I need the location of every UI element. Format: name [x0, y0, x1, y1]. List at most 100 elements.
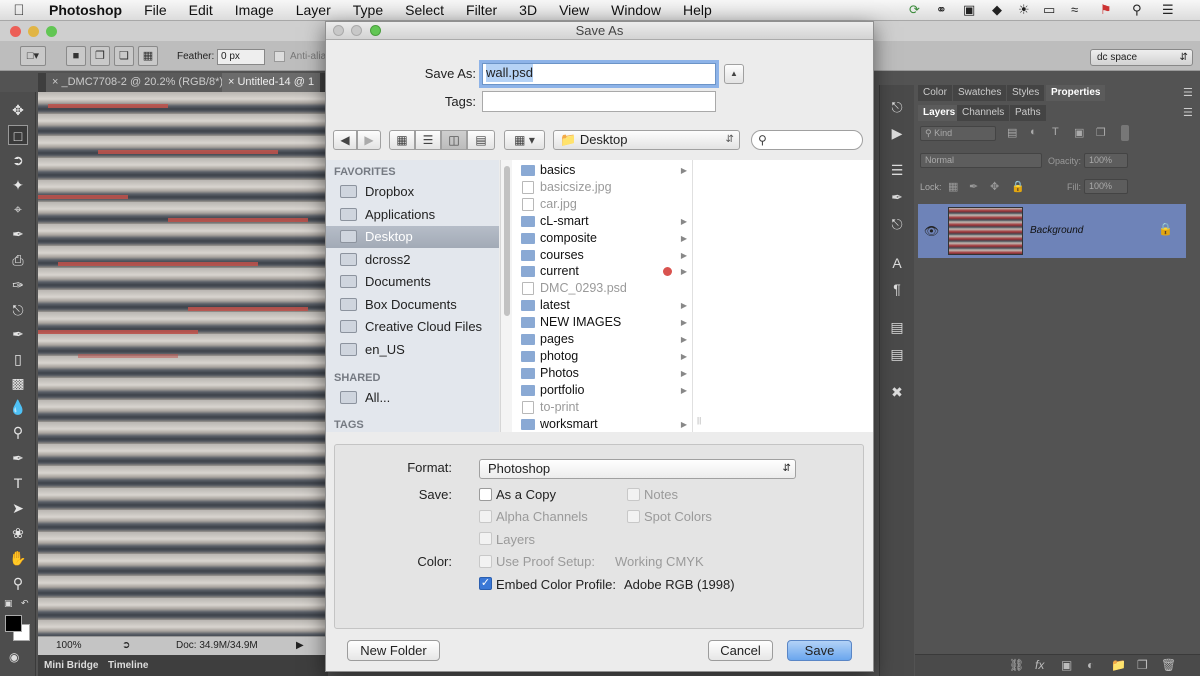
zoom-level[interactable]: 100% — [56, 637, 82, 655]
format-select[interactable]: Photoshop ⇵ — [479, 459, 796, 479]
file-row[interactable]: basicsize.jpg — [512, 179, 692, 196]
add-mask-icon[interactable]: ▣ — [1061, 658, 1072, 672]
tab-channels[interactable]: Channels — [957, 105, 1010, 121]
folder-row[interactable]: NEW IMAGES ▶ — [512, 314, 692, 331]
paragraph-panel-icon[interactable]: ¶ — [886, 279, 908, 299]
foreground-color-swatch[interactable] — [5, 615, 22, 632]
dropbox-icon[interactable]: ◆ — [992, 2, 1002, 18]
move-tool-icon[interactable]: ✥ — [8, 100, 28, 120]
sidebar-item-creative-cloud[interactable]: Creative Cloud Files — [326, 316, 499, 338]
folder-row[interactable]: Photos ▶ — [512, 365, 692, 382]
crop-tool-icon[interactable]: ⌖ — [8, 199, 28, 219]
folder-row[interactable]: cL-smart ▶ — [512, 213, 692, 230]
menu-edit[interactable]: Edit — [178, 0, 224, 21]
minimize-window-icon[interactable] — [28, 26, 39, 37]
sidebar-item-dropbox[interactable]: Dropbox — [326, 181, 499, 203]
dialog-close-icon[interactable] — [333, 25, 344, 36]
tool-presets-panel-icon[interactable]: ✖ — [886, 382, 908, 402]
tab-properties[interactable]: Properties — [1046, 85, 1106, 101]
notes-panel-icon[interactable]: ▤ — [886, 344, 908, 364]
brightness-icon[interactable]: ☀ — [1018, 2, 1030, 18]
character-panel-icon[interactable]: A — [886, 253, 908, 273]
folder-row[interactable]: basics ▶ — [512, 162, 692, 179]
scrollbar-thumb[interactable] — [504, 166, 510, 316]
info-panel-icon[interactable]: ▤ — [886, 317, 908, 337]
hand-tool-icon[interactable]: ✋ — [8, 548, 28, 568]
layer-name[interactable]: Background — [1030, 225, 1083, 236]
new-group-icon[interactable]: 📁 — [1111, 658, 1126, 672]
folder-row[interactable]: portfolio ▶ — [512, 382, 692, 399]
eyedropper-tool-icon[interactable]: ✒ — [8, 224, 28, 244]
tags-input[interactable] — [482, 91, 716, 112]
folder-row[interactable]: worksmart ▶ — [512, 416, 692, 433]
fill-input[interactable]: 100% — [1084, 179, 1128, 194]
alpha-channels-checkbox[interactable] — [479, 510, 492, 523]
folder-row[interactable]: latest ▶ — [512, 297, 692, 314]
as-a-copy-checkbox[interactable] — [479, 488, 492, 501]
clone-source-panel-icon[interactable]: ⎋ — [886, 214, 908, 234]
tab-layers[interactable]: Layers — [918, 105, 961, 121]
embed-color-profile-checkbox[interactable]: ✓ — [479, 577, 492, 590]
clone-stamp-tool-icon[interactable]: ⎋ — [8, 300, 28, 320]
default-colors-icon[interactable]: ▣ — [4, 598, 13, 609]
marquee-preset-icon[interactable]: □▾ — [20, 46, 46, 66]
icon-view-button[interactable]: ▦ — [389, 130, 415, 150]
close-window-icon[interactable] — [10, 26, 21, 37]
subtract-selection-icon[interactable]: ❏ — [114, 46, 134, 66]
anti-alias-checkbox[interactable] — [274, 51, 285, 62]
zoom-tool-icon[interactable]: ⚲ — [8, 573, 28, 593]
sidebar-item-desktop[interactable]: Desktop — [326, 226, 499, 248]
history-panel-icon[interactable]: ⎋ — [886, 97, 908, 117]
path-selection-tool-icon[interactable]: ➤ — [8, 498, 28, 518]
quick-mask-icon[interactable]: ◉ — [9, 650, 19, 664]
tab-paths[interactable]: Paths — [1010, 105, 1046, 121]
layers-checkbox[interactable] — [479, 532, 492, 545]
forward-button[interactable]: ▶ — [357, 130, 381, 150]
folder-row[interactable]: photog ▶ — [512, 348, 692, 365]
blur-tool-icon[interactable]: 💧 — [8, 397, 28, 417]
swap-colors-icon[interactable]: ↶ — [21, 598, 29, 609]
export-icon[interactable]: ➲ — [122, 637, 130, 655]
tab-timeline[interactable]: Timeline — [108, 655, 148, 676]
adjustment-layer-icon[interactable]: ◐ — [1087, 658, 1094, 672]
menu-type[interactable]: Type — [342, 0, 394, 21]
filter-type-icon[interactable]: T — [1052, 126, 1059, 138]
folder-row[interactable]: courses ▶ — [512, 247, 692, 264]
doc-tab-2[interactable]: × Untitled-14 @ 1 — [222, 73, 321, 92]
status-menu-arrow-icon[interactable]: ▶ — [296, 637, 304, 655]
filter-pixel-icon[interactable]: ▤ — [1007, 126, 1017, 139]
layer-row-background[interactable]: 👁 Background 🔒 — [918, 204, 1186, 258]
doc-tab-1[interactable]: × _DMC7708-2 @ 20.2% (RGB/8*) — [46, 73, 230, 92]
workspace-select[interactable]: dc space ⇵ — [1090, 49, 1193, 66]
tab-color[interactable]: Color — [918, 85, 952, 101]
lock-all-icon[interactable]: 🔒 — [1011, 180, 1025, 193]
column-resize-handle[interactable]: || — [697, 416, 701, 425]
file-row[interactable]: to-print — [512, 399, 692, 416]
menu-file[interactable]: File — [133, 0, 178, 21]
lock-transparent-icon[interactable]: ▦ — [948, 180, 958, 193]
eye-icon[interactable]: 👁 — [924, 224, 939, 238]
screen-icon[interactable]: ▣ — [963, 2, 975, 18]
apple-icon[interactable]:  — [0, 2, 38, 19]
filter-smart-object-icon[interactable]: ❐ — [1096, 126, 1106, 139]
list-view-button[interactable]: ☰ — [415, 130, 441, 150]
lock-pixels-icon[interactable]: ✒ — [969, 180, 978, 193]
folder-row[interactable]: composite ▶ — [512, 230, 692, 247]
document-canvas[interactable] — [38, 92, 328, 636]
file-row[interactable]: DMC_0293.psd — [512, 280, 692, 297]
input-flag-icon[interactable]: ⚑ — [1100, 2, 1112, 18]
blend-mode-select[interactable]: Normal — [920, 153, 1042, 168]
menu-app[interactable]: Photoshop — [38, 0, 133, 21]
menu-view[interactable]: View — [548, 0, 600, 21]
sidebar-item-box-documents[interactable]: Box Documents — [326, 294, 499, 316]
rectangular-marquee-tool-icon[interactable]: □ — [8, 125, 28, 145]
back-button[interactable]: ◀ — [333, 130, 357, 150]
filename-input[interactable]: wall.psd — [482, 63, 716, 85]
intersect-selection-icon[interactable]: ▦ — [138, 46, 158, 66]
sidebar-item-dcross2[interactable]: dcross2 — [326, 249, 499, 271]
spot-colors-checkbox[interactable] — [627, 510, 640, 523]
menu-select[interactable]: Select — [394, 0, 455, 21]
spot-healing-tool-icon[interactable]: ⎙ — [8, 250, 28, 270]
new-layer-icon[interactable]: ❐ — [1137, 658, 1148, 672]
layer-filter-kind-select[interactable]: ⚲ Kind — [920, 126, 996, 141]
